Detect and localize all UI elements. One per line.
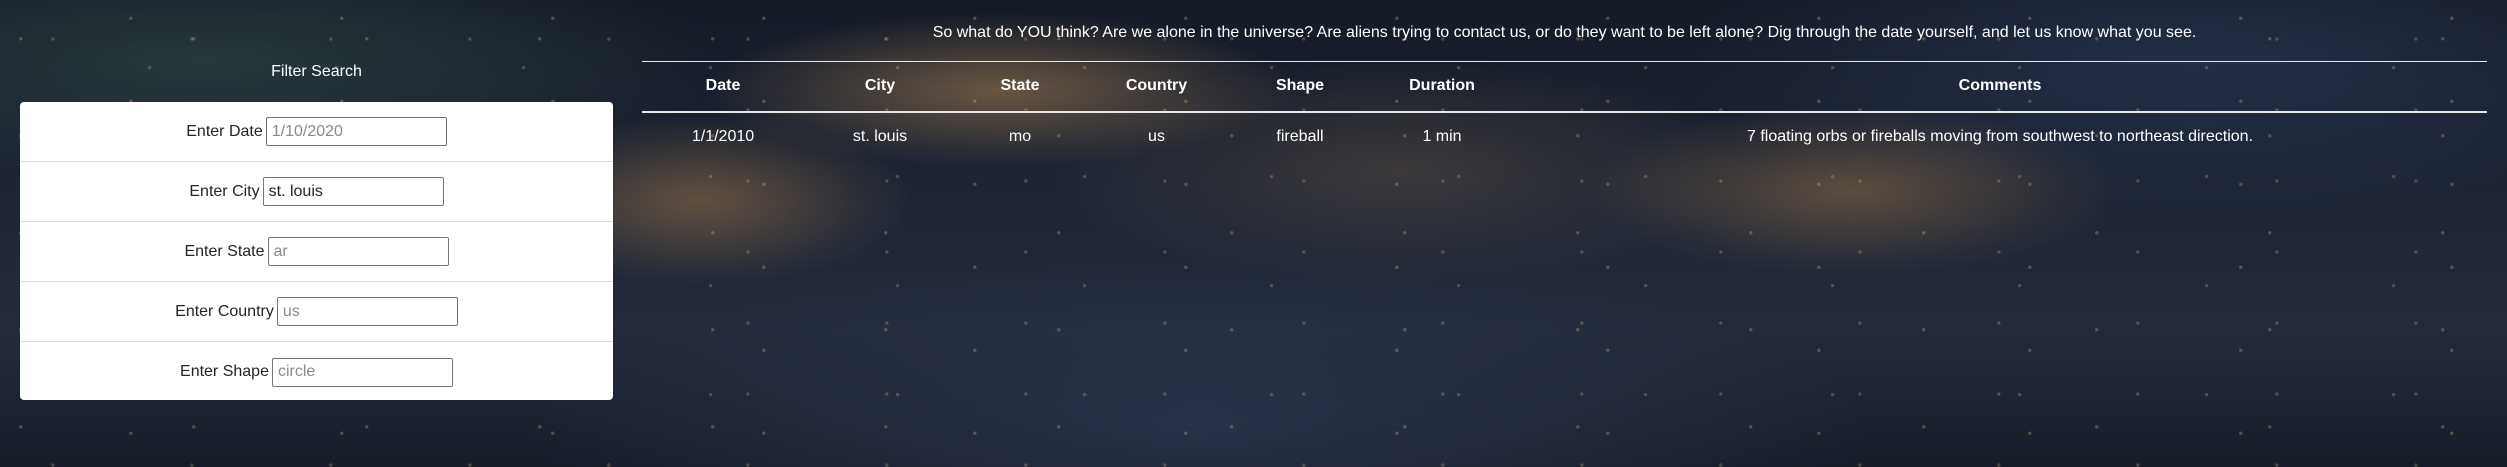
header-shape: Shape — [1229, 61, 1371, 113]
filter-row-date: Enter Date — [20, 102, 613, 162]
cell-country: us — [1148, 128, 1165, 145]
cell-date: 1/1/2010 — [691, 128, 755, 145]
filter-row-country: Enter Country — [20, 282, 613, 342]
state-input[interactable] — [267, 237, 449, 266]
filter-row-state: Enter State — [20, 222, 613, 282]
header-city: City — [804, 61, 956, 113]
cell-duration: 1 min — [1422, 128, 1462, 145]
header-comments: Comments — [1513, 61, 2487, 113]
header-date: Date — [642, 61, 804, 113]
filter-row-city: Enter City — [20, 162, 613, 222]
city-input[interactable] — [262, 177, 444, 206]
header-duration: Duration — [1371, 61, 1513, 113]
state-label: Enter State — [184, 242, 265, 260]
shape-input[interactable] — [271, 357, 453, 387]
filter-row-shape: Enter Shape — [20, 342, 613, 402]
ufo-table: Date City State Country Shape Duration C… — [642, 61, 2487, 162]
date-input[interactable] — [265, 117, 447, 146]
city-label: Enter City — [189, 182, 260, 200]
cell-city: st. louis — [852, 128, 908, 145]
header-country: Country — [1084, 61, 1229, 113]
intro-text: So what do YOU think? Are we alone in th… — [932, 24, 2197, 41]
header-state: State — [956, 61, 1084, 113]
cell-shape: fireball — [1276, 128, 1324, 145]
country-input[interactable] — [276, 297, 458, 326]
filter-title: Filter Search — [271, 63, 362, 80]
cell-comments: 7 floating orbs or fireballs moving from… — [1746, 128, 2254, 145]
filter-panel: Enter Date Enter City Enter State Enter … — [20, 102, 613, 400]
table-header-row: Date City State Country Shape Duration C… — [642, 61, 2487, 113]
shape-label: Enter Shape — [180, 363, 269, 380]
date-label: Enter Date — [186, 122, 263, 140]
table-row: 1/1/2010 st. louis mo us fireball 1 min … — [642, 112, 2487, 162]
cell-state: mo — [1008, 128, 1032, 145]
country-label: Enter Country — [175, 302, 274, 320]
